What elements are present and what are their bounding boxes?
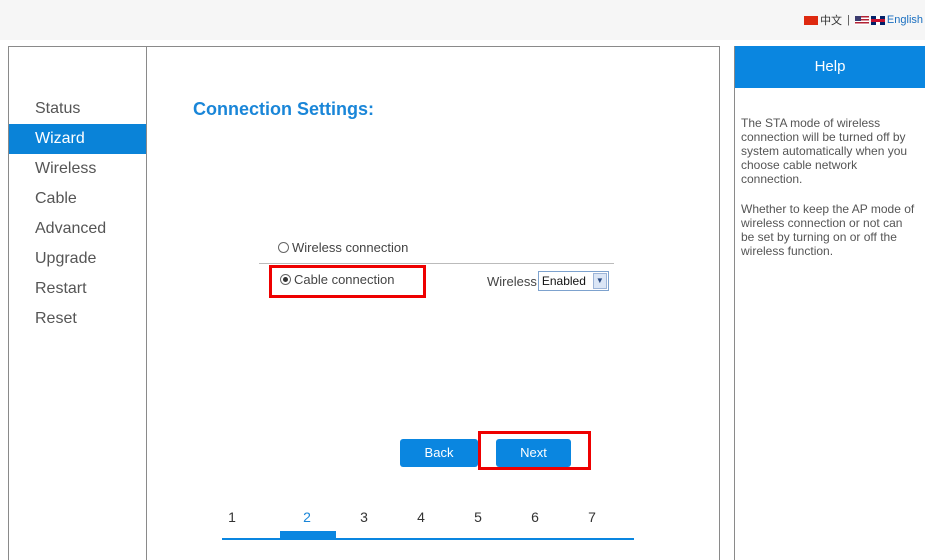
step-6[interactable]: 6: [525, 509, 545, 525]
cable-option-highlight: [269, 265, 426, 298]
chevron-down-icon[interactable]: ▼: [592, 273, 607, 289]
help-body: The STA mode of wireless connection will…: [735, 88, 925, 258]
wireless-connection-option[interactable]: Wireless connection: [278, 240, 408, 255]
sidebar-item-wizard[interactable]: Wizard: [9, 124, 146, 154]
sidebar-item-wireless[interactable]: Wireless: [9, 154, 146, 184]
step-1[interactable]: 1: [222, 509, 242, 525]
wireless-connection-radio[interactable]: [278, 242, 289, 253]
help-panel: Help The STA mode of wireless connection…: [734, 46, 925, 560]
help-paragraph: Whether to keep the AP mode of wireless …: [741, 202, 915, 258]
sidebar-item-upgrade[interactable]: Upgrade: [9, 244, 146, 274]
next-button-highlight: [478, 431, 591, 470]
language-separator: |: [847, 14, 850, 26]
step-7[interactable]: 7: [582, 509, 602, 525]
wireless-select-value: Enabled: [541, 274, 586, 288]
step-5[interactable]: 5: [468, 509, 488, 525]
step-indicator: 1 2 3 4 5 6 7: [222, 509, 634, 541]
language-english-link[interactable]: English: [887, 14, 923, 26]
wireless-connection-label: Wireless connection: [292, 240, 409, 255]
sidebar-menu: Status Wizard Wireless Cable Advanced Up…: [9, 94, 146, 334]
language-switcher: 中文 | English: [804, 12, 923, 28]
options-divider: [259, 263, 614, 264]
wireless-select-label: Wireless: [487, 273, 537, 289]
step-2[interactable]: 2: [297, 509, 317, 525]
wireless-setting: Wireless Enabled ▼: [487, 271, 609, 291]
help-title: Help: [735, 46, 925, 88]
sidebar-item-status[interactable]: Status: [9, 94, 146, 124]
wireless-select[interactable]: Enabled ▼: [537, 271, 609, 291]
uk-flag-icon: [870, 15, 885, 25]
page-title: Connection Settings:: [193, 99, 374, 119]
language-chinese-link[interactable]: 中文: [820, 12, 842, 28]
sidebar: Status Wizard Wireless Cable Advanced Up…: [8, 46, 146, 560]
sidebar-item-reset[interactable]: Reset: [9, 304, 146, 334]
help-paragraph: The STA mode of wireless connection will…: [741, 116, 908, 186]
china-flag-icon: [804, 15, 819, 25]
main-panel: Connection Settings: Wireless connection…: [146, 46, 720, 560]
current-step-marker: [280, 531, 336, 540]
sidebar-item-cable[interactable]: Cable: [9, 184, 146, 214]
sidebar-item-advanced[interactable]: Advanced: [9, 214, 146, 244]
step-4[interactable]: 4: [411, 509, 431, 525]
back-button[interactable]: Back: [400, 439, 478, 467]
us-flag-icon: [854, 15, 869, 25]
step-3[interactable]: 3: [354, 509, 374, 525]
top-bar: 中文 | English: [0, 0, 925, 40]
sidebar-item-restart[interactable]: Restart: [9, 274, 146, 304]
